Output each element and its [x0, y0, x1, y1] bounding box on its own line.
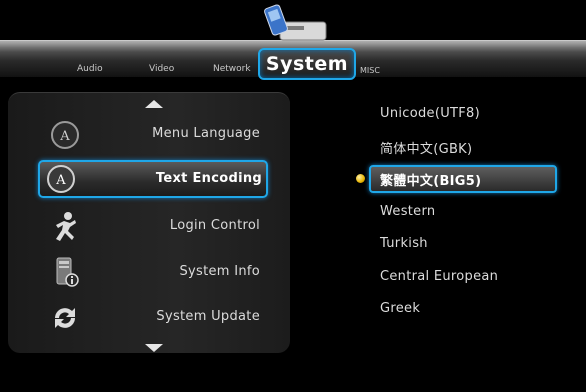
menu-item-menu-language[interactable]: A Menu Language — [8, 116, 290, 156]
svg-text:A: A — [59, 129, 70, 144]
encoding-option-gbk[interactable]: 简体中文(GBK) — [380, 138, 472, 157]
language-icon: A — [44, 164, 78, 194]
menu-item-label: Menu Language — [152, 126, 260, 141]
language-icon: A — [48, 120, 82, 150]
menu-item-label: Login Control — [169, 218, 260, 233]
tab-system[interactable]: System — [258, 48, 356, 80]
scroll-up-arrow-icon[interactable] — [145, 100, 163, 108]
menu-item-label: System Info — [179, 264, 260, 279]
encoding-option-turkish[interactable]: Turkish — [380, 236, 428, 251]
tab-network[interactable]: Network — [213, 64, 251, 74]
tab-misc[interactable]: MISC — [360, 66, 380, 75]
tab-video[interactable]: Video — [149, 64, 174, 74]
menu-item-system-update[interactable]: System Update — [8, 300, 290, 340]
encoding-option-unicode-utf8[interactable]: Unicode(UTF8) — [380, 106, 480, 121]
encoding-option-greek[interactable]: Greek — [380, 301, 420, 316]
device-logo-icon — [264, 4, 327, 41]
scroll-down-arrow-icon[interactable] — [145, 344, 163, 352]
selected-radio-icon — [356, 174, 365, 183]
tab-audio[interactable]: Audio — [77, 64, 103, 74]
menu-item-label: System Update — [156, 309, 260, 324]
menu-item-system-info[interactable]: System Info — [8, 254, 290, 294]
running-man-icon — [48, 212, 82, 242]
svg-text:A: A — [55, 173, 66, 188]
tab-system-label: System — [265, 53, 349, 75]
menu-item-login-control[interactable]: Login Control — [8, 208, 290, 248]
update-icon — [48, 303, 82, 333]
menu-item-label: Text Encoding — [155, 171, 262, 186]
encoding-option-big5[interactable]: 繁體中文(BIG5) — [380, 170, 481, 189]
encoding-option-western[interactable]: Western — [380, 204, 435, 219]
encoding-option-central-european[interactable]: Central European — [380, 269, 498, 284]
system-info-icon — [48, 257, 82, 287]
menu-item-text-encoding[interactable]: A Text Encoding — [38, 160, 268, 198]
